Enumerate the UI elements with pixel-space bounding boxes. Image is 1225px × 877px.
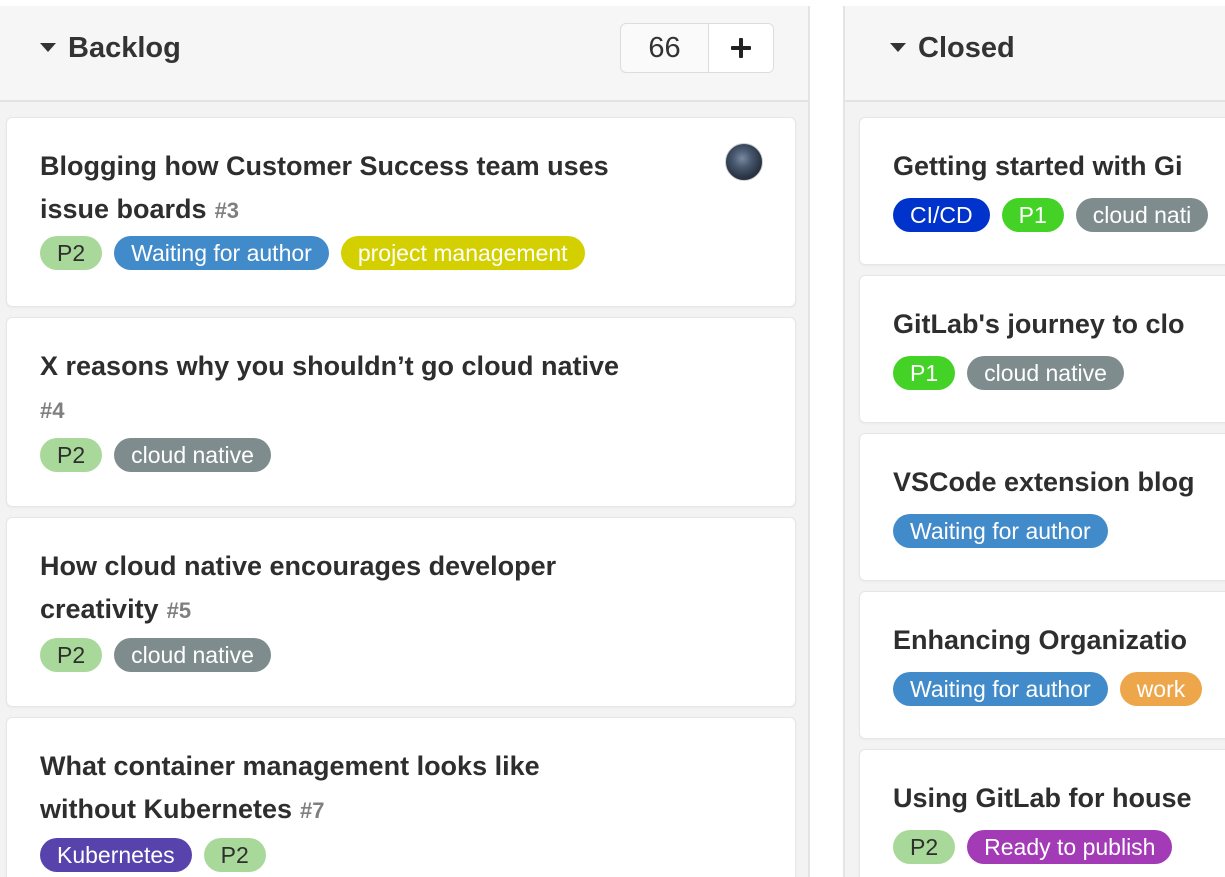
label-cloud-native[interactable]: cloud native — [114, 638, 271, 672]
label-work[interactable]: work — [1119, 672, 1203, 706]
issue-card[interactable]: Blogging how Customer Success team uses … — [6, 117, 796, 307]
label-project-management[interactable]: project management — [340, 236, 585, 270]
issue-card[interactable]: How cloud native encourages developer cr… — [6, 517, 796, 707]
plus-icon — [731, 38, 751, 58]
label-waiting-for-author[interactable]: Waiting for author — [893, 672, 1108, 706]
count-group: 66 — [620, 23, 774, 73]
label-list: P1 cloud native — [893, 356, 1124, 390]
label-list: P2 cloud native — [40, 638, 271, 672]
issue-card[interactable]: Using GitLab for house P2 Ready to publi… — [859, 749, 1225, 877]
label-kubernetes[interactable]: Kubernetes — [40, 838, 192, 872]
issue-number: #7 — [300, 798, 325, 823]
add-issue-button[interactable] — [709, 24, 773, 72]
card-list-closed: Getting started with Gi CI/CD P1 cloud n… — [845, 111, 1225, 877]
caret-down-icon[interactable] — [890, 43, 906, 52]
issue-card[interactable]: X reasons why you shouldn’t go cloud nat… — [6, 317, 796, 507]
label-list: P2 Waiting for author project management — [40, 236, 585, 270]
issue-card[interactable]: Enhancing Organizatio Waiting for author… — [859, 591, 1225, 739]
label-list: Kubernetes P2 — [40, 838, 266, 872]
issue-title[interactable]: Enhancing Organizatio — [893, 619, 1225, 662]
issue-number: #3 — [214, 198, 240, 223]
label-p2[interactable]: P2 — [203, 838, 266, 872]
label-list: Waiting for author work — [893, 672, 1203, 706]
issue-card[interactable]: GitLab's journey to clo P1 cloud native — [859, 275, 1225, 423]
label-p2[interactable]: P2 — [893, 830, 956, 864]
issue-title[interactable]: Using GitLab for house — [893, 777, 1225, 820]
issue-card[interactable]: Getting started with Gi CI/CD P1 cloud n… — [859, 117, 1225, 265]
list-title-closed: Closed — [918, 32, 1015, 64]
issue-title-text[interactable]: What container management looks like wit… — [40, 751, 540, 824]
issue-card[interactable]: What container management looks like wit… — [6, 717, 796, 877]
issue-title-text[interactable]: How cloud native encourages developer cr… — [40, 551, 556, 624]
label-waiting-for-author[interactable]: Waiting for author — [114, 236, 329, 270]
label-ci-cd[interactable]: CI/CD — [893, 198, 990, 232]
label-p2[interactable]: P2 — [40, 638, 103, 672]
issue-title[interactable]: GitLab's journey to clo — [893, 303, 1225, 346]
issue-title[interactable]: How cloud native encourages developer cr… — [40, 545, 635, 632]
list-header-backlog: Backlog 66 — [0, 6, 808, 102]
avatar[interactable] — [725, 143, 763, 181]
issue-title[interactable]: Blogging how Customer Success team uses … — [40, 145, 685, 232]
list-header-closed: Closed — [845, 6, 1225, 102]
issue-title[interactable]: X reasons why you shouldn’t go cloud nat… — [40, 345, 685, 434]
caret-down-icon[interactable] — [40, 43, 56, 52]
label-list: P2 Ready to publish — [893, 830, 1173, 864]
issue-board: Backlog 66 Blogging how Customer Success… — [0, 0, 1225, 877]
label-ready-to-publish[interactable]: Ready to publish — [967, 830, 1173, 864]
issue-count: 66 — [621, 24, 709, 72]
card-list-backlog: Blogging how Customer Success team uses … — [0, 111, 808, 877]
issue-title-text[interactable]: X reasons why you shouldn’t go cloud nat… — [40, 351, 619, 381]
list-backlog: Backlog 66 Blogging how Customer Success… — [0, 6, 810, 877]
issue-title[interactable]: What container management looks like wit… — [40, 745, 615, 832]
issue-title-text[interactable]: Blogging how Customer Success team uses … — [40, 151, 609, 224]
label-list: CI/CD P1 cloud nati — [893, 198, 1209, 232]
issue-number: #5 — [166, 598, 192, 623]
issue-title[interactable]: Getting started with Gi — [893, 145, 1225, 188]
list-toggle-closed[interactable]: Closed — [890, 32, 1015, 65]
label-p2[interactable]: P2 — [40, 236, 103, 270]
issue-title[interactable]: VSCode extension blog — [893, 461, 1225, 504]
label-p1[interactable]: P1 — [1001, 198, 1064, 232]
label-list: P2 cloud native — [40, 438, 271, 472]
issue-card[interactable]: VSCode extension blog Waiting for author — [859, 433, 1225, 581]
list-closed: Closed Getting started with Gi CI/CD P1 … — [843, 6, 1225, 877]
label-cloud-native[interactable]: cloud native — [114, 438, 271, 472]
label-cloud-native[interactable]: cloud nati — [1075, 198, 1209, 232]
label-p1[interactable]: P1 — [893, 356, 956, 390]
label-p2[interactable]: P2 — [40, 438, 103, 472]
label-cloud-native[interactable]: cloud native — [967, 356, 1124, 390]
list-title-backlog: Backlog — [68, 32, 181, 64]
issue-number: #4 — [40, 398, 65, 423]
list-toggle-backlog[interactable]: Backlog — [40, 32, 181, 65]
label-list: Waiting for author — [893, 514, 1108, 548]
label-waiting-for-author[interactable]: Waiting for author — [893, 514, 1108, 548]
